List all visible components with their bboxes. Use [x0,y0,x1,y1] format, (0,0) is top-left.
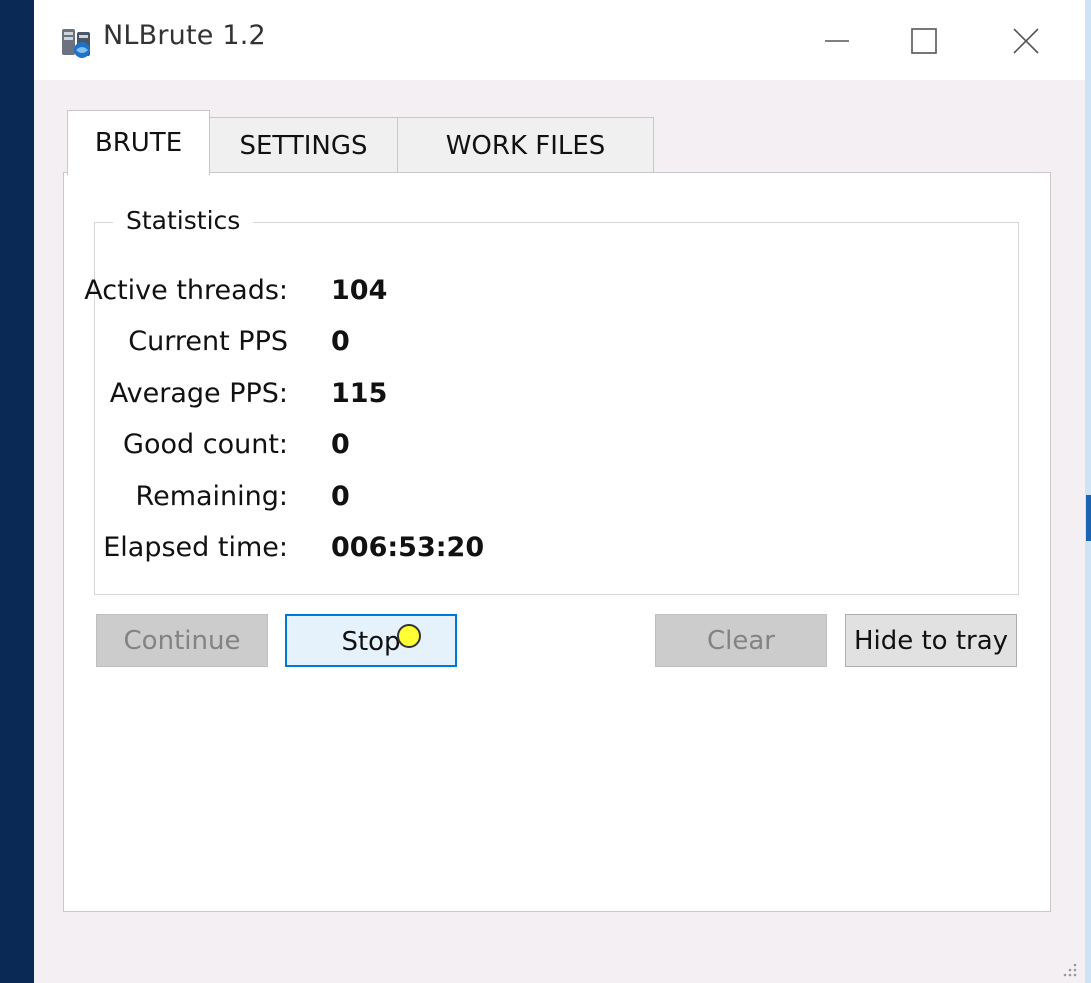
resize-grip-icon[interactable] [1062,962,1078,978]
good-count-label: Good count: [123,429,288,460]
current-pps-label: Current PPS [128,326,288,357]
current-pps-value: 0 [331,326,350,357]
average-pps-label: Average PPS: [109,378,288,409]
title-bar[interactable]: NLBrute 1.2 [34,0,1085,80]
close-icon[interactable] [998,16,1054,66]
tab-work-files[interactable]: WORK FILES [397,117,654,174]
brute-tab-panel: Statistics Active threads: 104 Current P… [63,172,1051,912]
remaining-label: Remaining: [135,481,288,512]
elapsed-time-label: Elapsed time: [103,532,288,563]
elapsed-time-value: 006:53:20 [331,532,485,563]
stop-button[interactable]: Stop [285,614,457,667]
tab-settings[interactable]: SETTINGS [209,117,398,174]
nlbrute-app-icon [62,29,90,58]
active-threads-label: Active threads: [84,275,288,306]
window-title: NLBrute 1.2 [103,20,266,51]
desktop-background-edge [0,0,34,983]
background-window-edge [1086,495,1091,541]
tab-brute[interactable]: BRUTE [67,110,210,175]
desktop-background-right-edge [1085,0,1091,983]
remaining-value: 0 [331,481,350,512]
good-count-value: 0 [331,429,350,460]
statistics-title: Statistics [113,206,254,235]
app-window: NLBrute 1.2 BRUTE SETTINGS WORK FILES St… [34,0,1085,983]
continue-button[interactable]: Continue [96,614,268,667]
clear-button[interactable]: Clear [655,614,827,667]
mouse-cursor-highlight [397,624,421,648]
average-pps-value: 115 [331,378,388,409]
minimize-icon[interactable] [809,16,865,66]
hide-to-tray-button[interactable]: Hide to tray [845,614,1017,667]
active-threads-value: 104 [331,275,388,306]
statistics-groupbox: Statistics Active threads: 104 Current P… [84,206,1019,595]
maximize-icon[interactable] [896,16,952,66]
